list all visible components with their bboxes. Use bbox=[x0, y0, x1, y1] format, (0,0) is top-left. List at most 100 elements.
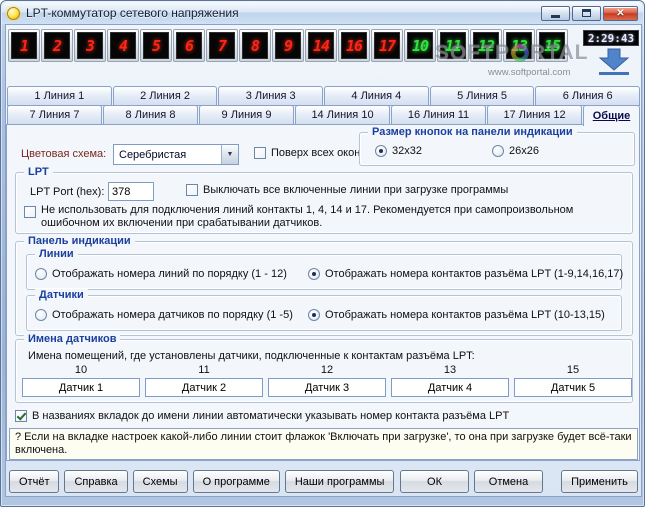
button-size-group: Размер кнопок на панели индикации 32x32 … bbox=[359, 126, 635, 166]
sensor-led-button[interactable]: 15 bbox=[536, 29, 568, 62]
sensor-contact-number: 10 bbox=[74, 364, 88, 376]
line-tab[interactable]: 17 Линия 12 bbox=[487, 105, 582, 125]
line-tab[interactable]: 2 Линия 2 bbox=[112, 86, 218, 106]
line-led-button[interactable]: 6 bbox=[173, 29, 205, 62]
line-led-button[interactable]: 3 bbox=[74, 29, 106, 62]
line-tab[interactable]: 1 Линия 1 bbox=[7, 86, 112, 106]
our-programs-button[interactable]: Наши программы bbox=[284, 470, 395, 493]
sensor-column: 12 bbox=[268, 364, 386, 397]
line-led-button[interactable]: 1 bbox=[8, 29, 40, 62]
sensor-names-group: Имена датчиков Имена помещений, где уста… bbox=[15, 333, 633, 403]
sensor-led-button[interactable]: 11 bbox=[437, 29, 469, 62]
line-led-button[interactable]: 4 bbox=[107, 29, 139, 62]
led-screen: 3 bbox=[77, 32, 103, 59]
chevron-down-icon[interactable]: ▼ bbox=[221, 145, 238, 164]
checkbox-box bbox=[254, 147, 266, 159]
led-screen: 8 bbox=[242, 32, 268, 59]
report-button[interactable]: Отчёт bbox=[9, 470, 60, 493]
led-screen: 14 bbox=[308, 32, 334, 59]
sensor-led-button[interactable]: 12 bbox=[470, 29, 502, 62]
lpt-port-input[interactable] bbox=[108, 182, 154, 201]
line-led-button[interactable]: 2 bbox=[41, 29, 73, 62]
help-button[interactable]: Справка bbox=[64, 470, 128, 493]
sensor-names-description: Имена помещений, где установлены датчики… bbox=[28, 350, 475, 362]
minimize-icon bbox=[551, 15, 560, 18]
line-tab[interactable]: 5 Линия 5 bbox=[429, 86, 535, 106]
radio-mark bbox=[35, 309, 47, 321]
line-led-button[interactable]: 14 bbox=[305, 29, 337, 62]
lines-contacts-radio[interactable]: Отображать номера контактов разъёма LPT … bbox=[308, 268, 623, 280]
led-screen: 6 bbox=[176, 32, 202, 59]
tab-row-2: 7 Линия 7 8 Линия 8 9 Линия 9 14 Линия 1… bbox=[7, 105, 640, 126]
footer-button-bar: Отчёт Справка Схемы О программе Наши про… bbox=[9, 470, 638, 493]
radio-mark bbox=[491, 145, 504, 157]
checkbox-box-checked bbox=[15, 410, 27, 422]
title-bar[interactable]: LPT-коммутатор сетевого напряжения ✕ bbox=[2, 2, 643, 24]
sensor-name-input[interactable] bbox=[145, 378, 263, 397]
line-led-button[interactable]: 17 bbox=[371, 29, 403, 62]
apply-button[interactable]: Применить bbox=[561, 470, 638, 493]
led-screen: 17 bbox=[374, 32, 400, 59]
line-led-button[interactable]: 5 bbox=[140, 29, 172, 62]
maximize-button[interactable] bbox=[572, 5, 601, 21]
line-tab[interactable]: 3 Линия 3 bbox=[218, 86, 324, 106]
sensors-order-radio[interactable]: Отображать номера датчиков по порядку (1… bbox=[35, 309, 293, 321]
about-button[interactable]: О программе bbox=[192, 470, 280, 493]
size-26-radio[interactable]: 26x26 bbox=[491, 145, 539, 157]
switch-off-lines-checkbox[interactable]: Выключать все включенные линии при загру… bbox=[186, 184, 508, 196]
sensor-name-input[interactable] bbox=[268, 378, 386, 397]
lines-order-radio[interactable]: Отображать номера линий по порядку (1 - … bbox=[35, 268, 287, 280]
line-led-button[interactable]: 8 bbox=[239, 29, 271, 62]
size-32-radio[interactable]: 32x32 bbox=[375, 145, 422, 157]
hint-box: ? Если на вкладке настроек какой-либо ли… bbox=[9, 428, 638, 460]
sensor-column: 13 bbox=[391, 364, 509, 397]
checkbox-box bbox=[186, 184, 198, 196]
close-icon: ✕ bbox=[616, 7, 625, 19]
tab-general[interactable]: Общие bbox=[583, 105, 640, 126]
cancel-button[interactable]: Отмена bbox=[474, 470, 543, 493]
sensor-name-input[interactable] bbox=[391, 378, 509, 397]
lpt-group: LPT LPT Port (hex): Выключать все включе… bbox=[15, 166, 633, 234]
ok-button[interactable]: ОК bbox=[400, 470, 469, 493]
sensor-led-button[interactable]: 13 bbox=[503, 29, 535, 62]
color-scheme-select[interactable]: Серебристая ▼ bbox=[113, 144, 239, 165]
sensor-led-button[interactable]: 10 bbox=[404, 29, 436, 62]
lines-group: Линии Отображать номера линий по порядку… bbox=[26, 248, 623, 290]
led-screen: 13 bbox=[506, 32, 532, 59]
line-tab[interactable]: 9 Линия 9 bbox=[199, 105, 294, 125]
general-panel: Цветовая схема: Серебристая ▼ Поверх все… bbox=[6, 124, 640, 461]
line-led-button[interactable]: 7 bbox=[206, 29, 238, 62]
color-scheme-label: Цветовая схема: bbox=[21, 148, 107, 160]
led-screen: 4 bbox=[110, 32, 136, 59]
led-screen: 10 bbox=[407, 32, 433, 59]
line-tab[interactable]: 8 Линия 8 bbox=[103, 105, 198, 125]
tab-naming-checkbox[interactable]: В названиях вкладок до имени линии автом… bbox=[15, 410, 509, 422]
schemes-button[interactable]: Схемы bbox=[132, 470, 188, 493]
sensor-name-input[interactable] bbox=[514, 378, 632, 397]
led-screen: 12 bbox=[473, 32, 499, 59]
color-scheme-value: Серебристая bbox=[119, 148, 187, 161]
radio-mark bbox=[308, 309, 320, 321]
sensors-contacts-radio[interactable]: Отображать номера контактов разъёма LPT … bbox=[308, 309, 605, 321]
app-window: LPT-коммутатор сетевого напряжения ✕ 1 2… bbox=[0, 0, 645, 507]
line-tab[interactable]: 16 Линия 11 bbox=[391, 105, 486, 125]
line-led-button[interactable]: 16 bbox=[338, 29, 370, 62]
line-tab[interactable]: 4 Линия 4 bbox=[324, 86, 429, 106]
radio-mark bbox=[375, 145, 387, 157]
line-tab[interactable]: 7 Линия 7 bbox=[7, 105, 102, 125]
close-button[interactable]: ✕ bbox=[603, 5, 638, 21]
line-tab[interactable]: 6 Линия 6 bbox=[535, 86, 641, 106]
sensor-name-input[interactable] bbox=[22, 378, 140, 397]
radio-mark bbox=[35, 268, 47, 280]
sensor-column: 11 bbox=[145, 364, 263, 397]
maximize-icon bbox=[582, 9, 591, 17]
radio-mark bbox=[308, 268, 320, 280]
line-led-button[interactable]: 9 bbox=[272, 29, 304, 62]
minimize-button[interactable] bbox=[541, 5, 570, 21]
clock-display: 2:29:43 bbox=[583, 30, 639, 46]
led-screen: 15 bbox=[539, 32, 565, 59]
line-tab[interactable]: 14 Линия 10 bbox=[295, 105, 390, 125]
always-on-top-checkbox[interactable]: Поверх всех окон bbox=[254, 147, 360, 159]
unused-contacts-checkbox[interactable]: Не использовать для подключения линий ко… bbox=[24, 204, 626, 230]
window-controls: ✕ bbox=[541, 5, 638, 21]
